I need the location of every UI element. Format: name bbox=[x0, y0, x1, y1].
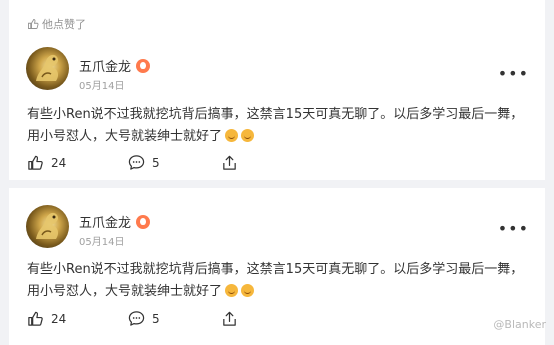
post-content-line-2: 用小号怼人，大号就装绅士就好了 bbox=[27, 281, 539, 303]
post-content-line: 有些小Ren说不过我就挖坑背后搞事，这禁言15天可真无聊了。以后多学习最后一舞， bbox=[27, 107, 524, 122]
post-date: 05月14日 bbox=[79, 237, 125, 248]
post-date: 05月14日 bbox=[79, 81, 125, 92]
comment-icon bbox=[128, 311, 145, 326]
post-actions: 24 5 bbox=[27, 310, 527, 330]
username[interactable]: 五爪金龙 bbox=[79, 56, 151, 75]
comment-count: 5 bbox=[152, 311, 160, 326]
post-actions: 24 5 bbox=[27, 154, 527, 174]
thumbs-up-icon bbox=[28, 19, 39, 29]
comment-button[interactable]: 5 bbox=[128, 154, 160, 171]
smile-emoji-icon bbox=[225, 284, 239, 297]
vip-badge-icon bbox=[136, 214, 151, 229]
share-icon bbox=[223, 311, 236, 326]
share-button[interactable] bbox=[221, 310, 245, 327]
post-content: 有些小Ren说不过我就挖坑背后搞事，这禁言15天可真无聊了。以后多学习最后一舞，… bbox=[27, 104, 539, 148]
like-button[interactable]: 24 bbox=[27, 310, 66, 327]
comment-count: 5 bbox=[152, 155, 160, 170]
share-icon bbox=[223, 155, 236, 170]
username[interactable]: 五爪金龙 bbox=[79, 212, 151, 231]
post-content-line-2: 用小号怼人，大号就装绅士就好了 bbox=[27, 126, 539, 148]
liked-label: 他点赞了 bbox=[42, 18, 86, 31]
post-content-line-text: 用小号怼人，大号就装绅士就好了 bbox=[27, 284, 223, 299]
share-button[interactable] bbox=[221, 154, 245, 171]
like-count: 24 bbox=[51, 155, 67, 170]
avatar[interactable] bbox=[26, 47, 69, 90]
like-button[interactable]: 24 bbox=[27, 154, 66, 171]
comment-icon bbox=[128, 155, 145, 170]
more-options-icon[interactable]: ••• bbox=[498, 221, 529, 237]
post-card: 五爪金龙 05月14日 ••• 有些小Ren说不过我就挖坑背后搞事，这禁言15天… bbox=[9, 188, 545, 345]
like-count: 24 bbox=[51, 311, 67, 326]
smile-emoji-icon bbox=[241, 129, 255, 142]
thumbs-up-icon bbox=[28, 311, 43, 326]
golden-dragon-image bbox=[36, 212, 59, 239]
smile-emoji-icon bbox=[241, 284, 255, 297]
comment-button[interactable]: 5 bbox=[128, 310, 160, 327]
liked-indicator: 他点赞了 bbox=[27, 16, 86, 32]
post-content-line-text: 用小号怼人，大号就装绅士就好了 bbox=[27, 129, 223, 144]
smile-emoji-icon bbox=[225, 129, 239, 142]
username-text[interactable]: 五爪金龙 bbox=[79, 212, 131, 231]
username-text[interactable]: 五爪金龙 bbox=[79, 56, 131, 75]
avatar[interactable] bbox=[26, 205, 69, 248]
vip-badge-icon bbox=[136, 58, 151, 73]
more-options-icon[interactable]: ••• bbox=[498, 66, 529, 82]
watermark: @Blanker bbox=[493, 318, 546, 331]
post-content-line: 有些小Ren说不过我就挖坑背后搞事，这禁言15天可真无聊了。以后多学习最后一舞， bbox=[27, 262, 524, 277]
thumbs-up-icon bbox=[28, 155, 43, 170]
golden-dragon-image bbox=[36, 54, 59, 81]
post-card: 他点赞了 五爪金龙 05月14日 ••• 有些小Ren说不过我就挖坑背后搞事，这… bbox=[9, 0, 545, 180]
post-content: 有些小Ren说不过我就挖坑背后搞事，这禁言15天可真无聊了。以后多学习最后一舞，… bbox=[27, 259, 539, 303]
